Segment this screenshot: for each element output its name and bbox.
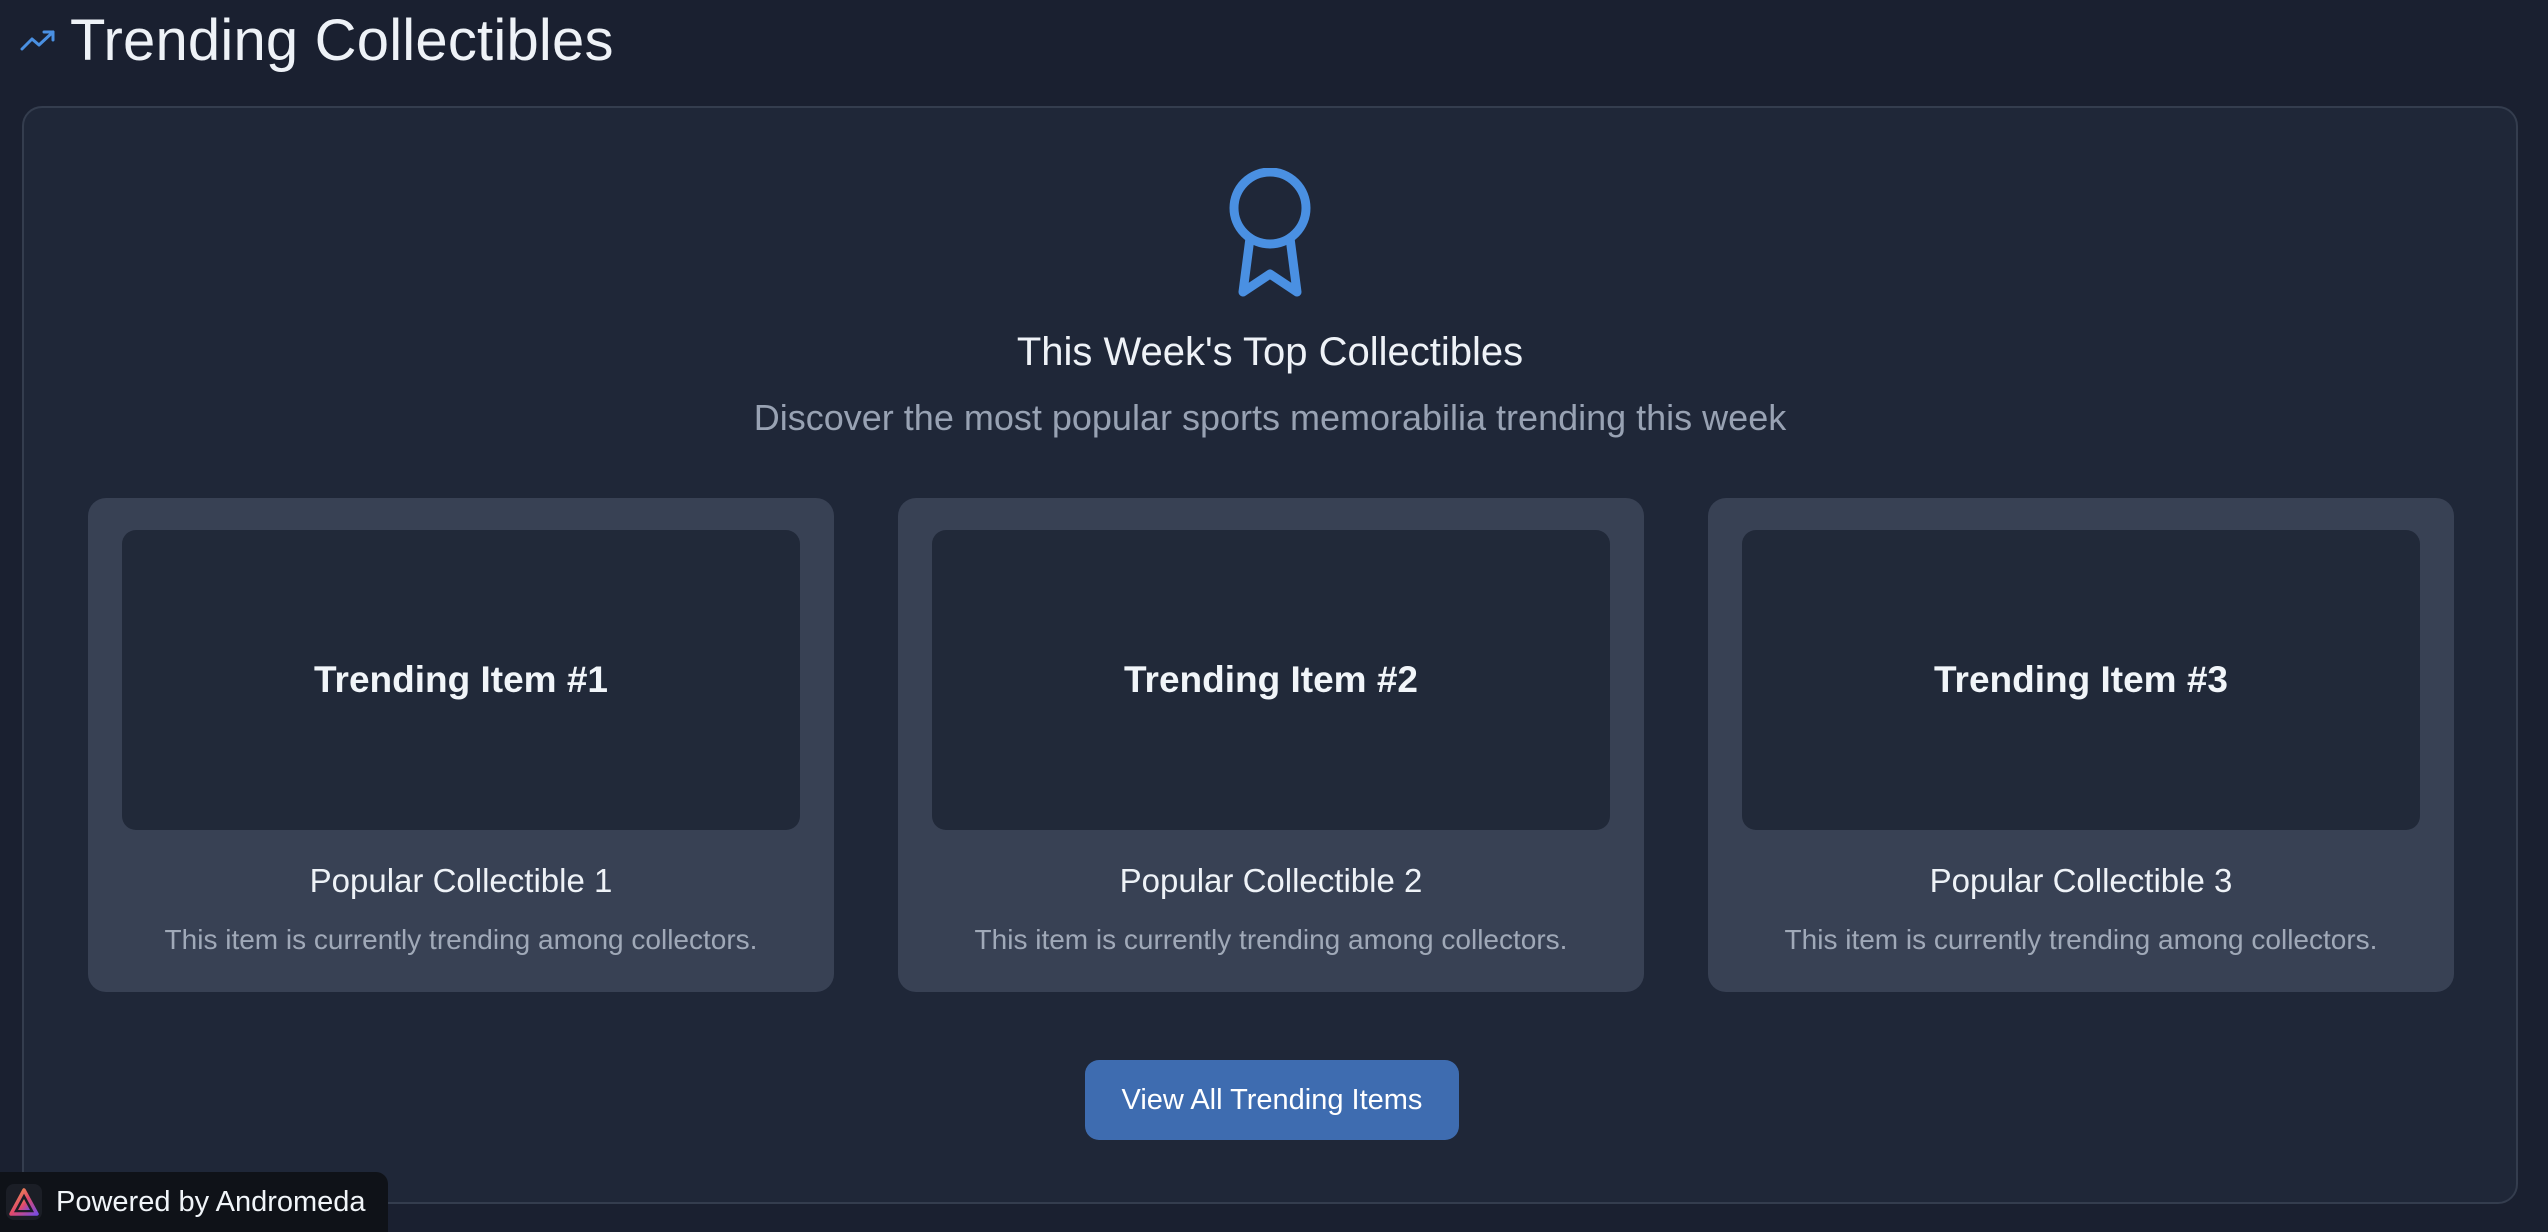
hero-section: This Week's Top Collectibles Discover th… xyxy=(24,167,2516,439)
card-image-placeholder: Trending Item #3 xyxy=(1742,530,2420,830)
card-title: Popular Collectible 2 xyxy=(1119,862,1423,899)
powered-by-text: Powered by Andromeda xyxy=(56,1185,366,1218)
hero-subtitle: Discover the most popular sports memorab… xyxy=(753,397,1787,438)
trending-up-icon xyxy=(20,22,56,58)
card-description: This item is currently trending among co… xyxy=(974,924,1568,955)
award-icon xyxy=(1225,167,1315,300)
card-title: Popular Collectible 3 xyxy=(1929,862,2233,899)
trending-card[interactable]: Trending Item #2 Popular Collectible 2 T… xyxy=(898,498,1644,992)
view-all-trending-button[interactable]: View All Trending Items xyxy=(1085,1060,1459,1140)
card-image-label: Trending Item #2 xyxy=(1123,659,1418,700)
andromeda-logo-icon xyxy=(6,1184,42,1220)
card-description: This item is currently trending among co… xyxy=(1784,924,2378,955)
card-image-placeholder: Trending Item #1 xyxy=(122,530,800,830)
trending-cards: Trending Item #1 Popular Collectible 1 T… xyxy=(88,498,2454,992)
trending-card[interactable]: Trending Item #1 Popular Collectible 1 T… xyxy=(88,498,834,992)
card-image-placeholder: Trending Item #2 xyxy=(932,530,1610,830)
card-description: This item is currently trending among co… xyxy=(164,924,758,955)
hero-title: This Week's Top Collectibles xyxy=(1016,330,1524,374)
card-title: Popular Collectible 1 xyxy=(309,862,613,899)
card-image-label: Trending Item #1 xyxy=(313,659,608,700)
page-header: Trending Collectibles xyxy=(20,0,614,80)
card-image-label: Trending Item #3 xyxy=(1933,659,2228,700)
page-title: Trending Collectibles xyxy=(70,7,614,73)
trending-panel: This Week's Top Collectibles Discover th… xyxy=(22,106,2518,1204)
powered-by-badge[interactable]: Powered by Andromeda xyxy=(0,1172,388,1232)
trending-card[interactable]: Trending Item #3 Popular Collectible 3 T… xyxy=(1708,498,2454,992)
